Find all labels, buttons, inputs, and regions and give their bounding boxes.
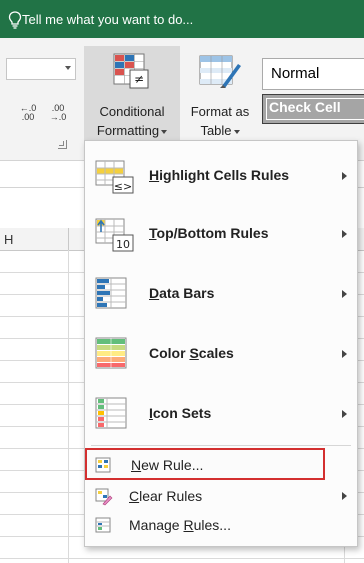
menu-item-icon-sets[interactable]: Icon Sets — [85, 385, 357, 443]
manage-rules-icon — [95, 517, 111, 533]
top-bottom-icon: 10 — [95, 218, 134, 252]
menu-item-highlight-cells-rules[interactable]: ≤> Highlight Cells Rules — [85, 147, 357, 205]
submenu-arrow-icon — [342, 350, 347, 358]
svg-text:10: 10 — [116, 238, 130, 251]
conditional-formatting-line2: Formatting — [96, 123, 160, 138]
new-rule-icon — [95, 457, 111, 473]
lightbulb-icon — [8, 11, 22, 29]
submenu-arrow-icon — [342, 492, 347, 500]
increase-decimal-button[interactable]: .00 →.0 — [44, 104, 72, 126]
svg-text:≤>: ≤> — [114, 180, 132, 193]
menu-label: Icon Sets — [149, 405, 212, 421]
menu-label: Data Bars — [149, 285, 215, 301]
conditional-formatting-menu: ≤> Highlight Cells Rules 10 Top/Bottom R… — [84, 140, 358, 547]
manage-rules-pre: Manage — [129, 517, 184, 533]
menu-label: Color Scales — [149, 345, 234, 361]
menu-separator — [91, 445, 351, 446]
submenu-arrow-icon — [342, 290, 347, 298]
conditional-formatting-line2-wrap: Formatting — [84, 123, 180, 138]
menu-label: New Rule... — [131, 457, 204, 473]
menu-item-color-scales[interactable]: Color Scales — [85, 325, 357, 383]
conditional-formatting-icon: ≠ — [113, 53, 149, 89]
menu-label: Highlight Cells Rules — [149, 167, 290, 183]
color-scales-pre: Color — [149, 345, 190, 361]
chevron-down-icon — [233, 129, 240, 134]
svg-text:≠: ≠ — [134, 72, 144, 86]
menu-item-new-rule[interactable]: New Rule... — [85, 448, 325, 480]
column-separator[interactable] — [68, 228, 69, 250]
submenu-arrow-icon — [342, 410, 347, 418]
submenu-arrow-icon — [342, 230, 347, 238]
format-as-table-line2-wrap: Table — [184, 123, 256, 138]
menu-item-data-bars[interactable]: Data Bars — [85, 265, 357, 323]
format-as-table-line2: Table — [200, 123, 232, 138]
number-format-combo[interactable] — [6, 58, 76, 80]
color-scales-post: cales — [198, 345, 234, 361]
clear-rules-icon — [95, 488, 113, 506]
chevron-down-icon — [161, 129, 168, 134]
chevron-down-icon — [65, 66, 71, 70]
tell-me-bar[interactable]: Tell me what you want to do... — [0, 0, 364, 38]
cell-style-check-cell-label: Check Cell — [269, 99, 341, 115]
decrease-decimal-bottom: .00 — [21, 112, 35, 122]
cell-style-check-cell[interactable]: Check Cell — [262, 94, 364, 124]
manage-rules-post: ules... — [193, 517, 231, 533]
gridline-horizontal — [0, 558, 364, 559]
menu-label: Clear Rules — [129, 488, 203, 504]
menu-item-top-bottom-rules[interactable]: 10 Top/Bottom Rules — [85, 205, 357, 263]
format-as-table-line1: Format as — [190, 104, 250, 119]
menu-item-manage-rules[interactable]: Manage Rules... — [85, 511, 357, 541]
excel-window: Tell me what you want to do... ←.0 .00 .… — [0, 0, 364, 563]
data-bars-icon — [95, 277, 127, 309]
column-header-h[interactable]: H — [4, 232, 13, 247]
color-scales-icon — [95, 337, 127, 369]
format-as-table-icon — [199, 55, 241, 88]
cell-style-normal-label: Normal — [271, 65, 320, 82]
submenu-arrow-icon — [342, 172, 347, 180]
conditional-formatting-line1: Conditional — [99, 104, 165, 119]
increase-decimal-bottom: →.0 — [49, 112, 67, 122]
menu-item-clear-rules[interactable]: Clear Rules — [85, 481, 357, 511]
highlight-cells-icon: ≤> — [95, 160, 134, 194]
number-group-launcher-icon[interactable] — [58, 140, 67, 149]
icon-sets-icon — [95, 397, 127, 429]
tell-me-text: Tell me what you want to do... — [22, 12, 194, 27]
cell-style-normal[interactable]: Normal — [262, 58, 364, 90]
gridline-vertical — [68, 250, 69, 563]
menu-label: Top/Bottom Rules — [149, 225, 269, 241]
decrease-decimal-button[interactable]: ←.0 .00 — [14, 104, 42, 126]
menu-label: Manage Rules... — [129, 517, 231, 533]
